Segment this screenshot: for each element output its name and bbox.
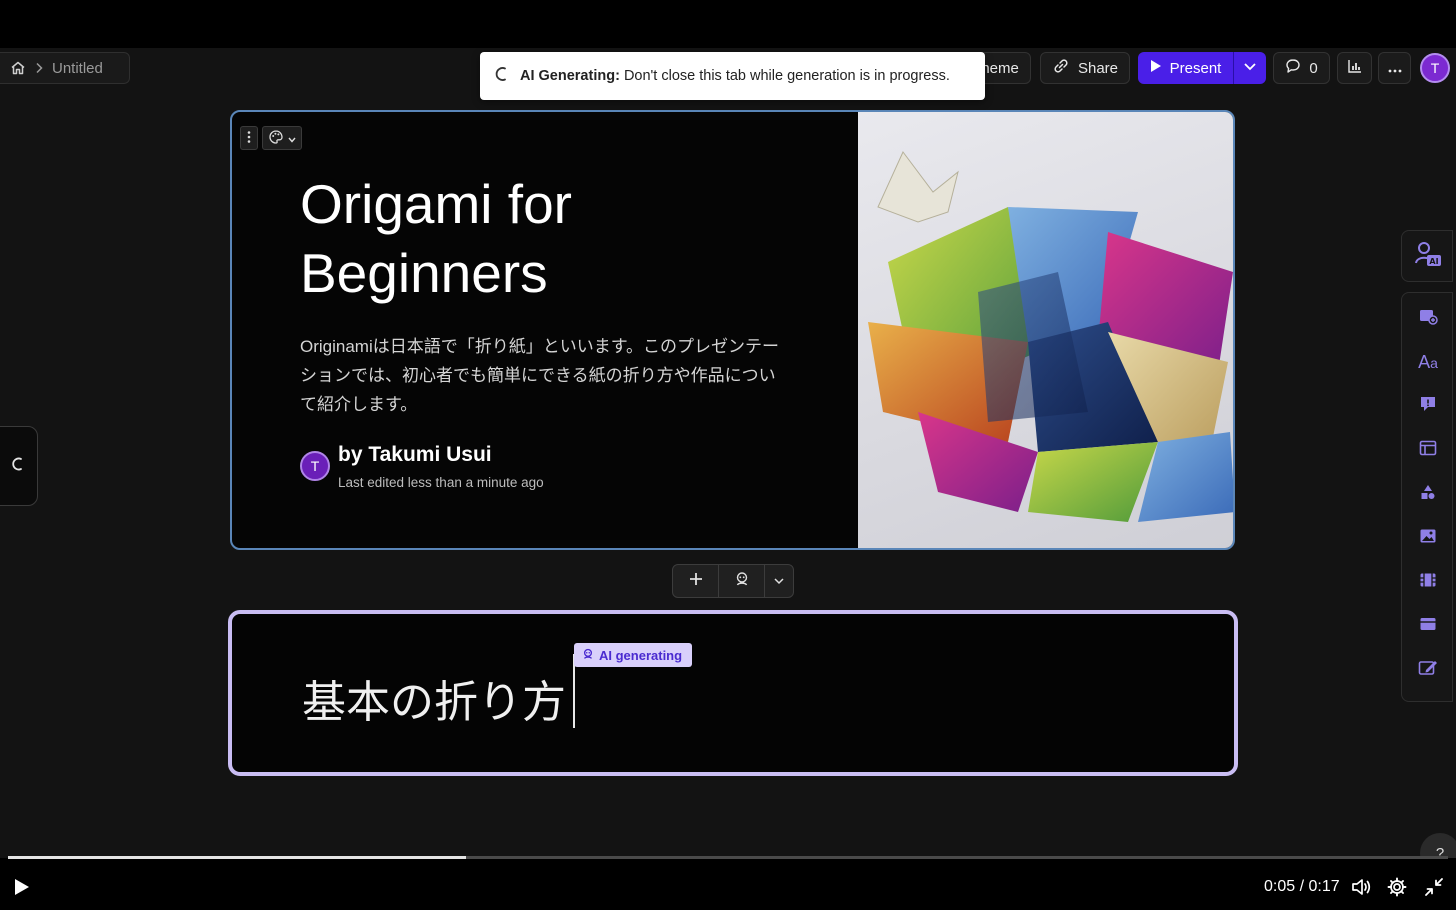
- play-button[interactable]: [10, 876, 32, 903]
- share-button[interactable]: Share: [1040, 52, 1130, 84]
- settings-button[interactable]: [1386, 876, 1408, 903]
- card-title-line1: Origami for: [300, 173, 572, 235]
- more-vertical-icon: [247, 130, 251, 147]
- breadcrumb-page[interactable]: Untitled: [52, 60, 103, 77]
- link-icon: [1052, 57, 1070, 79]
- card-menu-button[interactable]: [240, 126, 258, 150]
- toast-bold: AI Generating:: [520, 68, 620, 84]
- toast-text: AI Generating: Don't close this tab whil…: [520, 68, 950, 84]
- user-avatar[interactable]: T: [1420, 53, 1450, 83]
- analytics-button[interactable]: [1337, 52, 1372, 84]
- video-tool[interactable]: [1402, 567, 1454, 597]
- layout-tool[interactable]: [1402, 435, 1454, 465]
- video-time: 0:05 / 0:17: [1264, 878, 1340, 895]
- svg-text:AI: AI: [1429, 257, 1438, 266]
- chevron-down-icon: [1243, 59, 1257, 77]
- add-card-icon: [1418, 307, 1438, 330]
- exit-fullscreen-icon: [1423, 878, 1445, 902]
- toast-message: Don't close this tab while generation is…: [623, 68, 950, 84]
- add-card-tool[interactable]: [1402, 303, 1454, 333]
- edit-icon: [1418, 659, 1438, 682]
- plus-icon: [689, 572, 703, 591]
- generating-card[interactable]: 基本の折り方 AI generating: [228, 610, 1238, 776]
- exit-fullscreen-button[interactable]: [1423, 876, 1445, 903]
- bar-chart-icon: [1347, 58, 1363, 78]
- play-icon: [10, 879, 32, 902]
- text-tool[interactable]: Aa: [1402, 347, 1454, 377]
- origami-paper-image[interactable]: [858, 112, 1233, 548]
- video-icon: [1419, 572, 1437, 593]
- shapes-tool[interactable]: [1402, 479, 1454, 509]
- share-button-label: Share: [1077, 59, 1119, 77]
- card-insert-toolbar: [672, 564, 794, 598]
- generating-card-title[interactable]: 基本の折り方: [302, 666, 566, 730]
- image-icon: [1419, 528, 1437, 549]
- ai-assistant-icon: AI: [1412, 239, 1442, 274]
- present-dropdown-button[interactable]: [1234, 52, 1266, 84]
- robot-icon: [734, 571, 750, 592]
- comments-button[interactable]: 0: [1273, 52, 1330, 84]
- author-avatar: T: [300, 451, 330, 481]
- card-title[interactable]: Origami for Beginners: [300, 170, 820, 308]
- robot-icon: [582, 648, 594, 663]
- ai-assistant-button[interactable]: AI: [1401, 230, 1453, 282]
- home-icon[interactable]: [10, 60, 26, 76]
- card-title-line2: Beginners: [300, 242, 548, 304]
- more-options-button[interactable]: [1378, 52, 1411, 84]
- text-icon: Aa: [1418, 351, 1438, 372]
- comment-icon: [1285, 58, 1301, 78]
- more-horizontal-icon: [1387, 60, 1403, 77]
- add-card-button[interactable]: [673, 565, 718, 597]
- insert-options-button[interactable]: [765, 565, 793, 597]
- last-edited-text: Last edited less than a minute ago: [338, 475, 544, 490]
- chevron-down-icon: [774, 572, 784, 590]
- callout-tool[interactable]: [1402, 391, 1454, 421]
- help-button[interactable]: ?: [1420, 833, 1456, 858]
- ai-generating-badge-label: AI generating: [599, 647, 683, 663]
- card-description[interactable]: Originamiは日本語で「折り紙」といいます。このプレゼンテーションでは、初…: [300, 332, 790, 419]
- card-toolbar: [240, 126, 302, 150]
- user-avatar-initial: T: [1430, 60, 1440, 76]
- volume-button[interactable]: [1350, 876, 1372, 903]
- breadcrumb: Untitled: [0, 52, 130, 84]
- present-button-group: Present: [1138, 52, 1266, 84]
- chevron-down-icon: [288, 131, 296, 146]
- play-icon: [1150, 59, 1162, 77]
- shapes-icon: [1419, 483, 1437, 506]
- volume-icon: [1350, 879, 1372, 902]
- present-button-label: Present: [1169, 59, 1222, 77]
- present-button[interactable]: Present: [1138, 52, 1233, 84]
- callout-icon: [1419, 395, 1437, 418]
- ai-generate-card-button[interactable]: [719, 565, 764, 597]
- edit-tool[interactable]: [1402, 655, 1454, 685]
- spinner-icon: [11, 456, 25, 477]
- card-style-button[interactable]: [262, 126, 302, 150]
- ai-generating-badge: AI generating: [574, 643, 693, 667]
- author-avatar-initial: T: [310, 458, 320, 474]
- image-tool[interactable]: [1402, 523, 1454, 553]
- video-progress-fill: [8, 856, 466, 859]
- right-toolbar: Aa: [1401, 292, 1453, 702]
- chevron-right-icon: [34, 62, 44, 74]
- layout-icon: [1419, 440, 1437, 461]
- collapse-panel-tab[interactable]: [0, 426, 38, 506]
- comments-count: 0: [1309, 59, 1318, 77]
- app-canvas: Untitled Theme Share Present 0 T AI Gene…: [0, 48, 1456, 858]
- embed-tool[interactable]: [1402, 611, 1454, 641]
- author-name: by Takumi Usui: [338, 443, 492, 466]
- palette-icon: [268, 129, 284, 148]
- spinner-icon: [494, 66, 510, 86]
- ai-generating-toast: AI Generating: Don't close this tab whil…: [480, 52, 985, 100]
- title-card[interactable]: Origami for Beginners Originamiは日本語で「折り紙…: [230, 110, 1235, 550]
- embed-icon: [1419, 616, 1437, 637]
- gear-icon: [1386, 877, 1408, 902]
- video-progress-bar[interactable]: [8, 856, 1448, 859]
